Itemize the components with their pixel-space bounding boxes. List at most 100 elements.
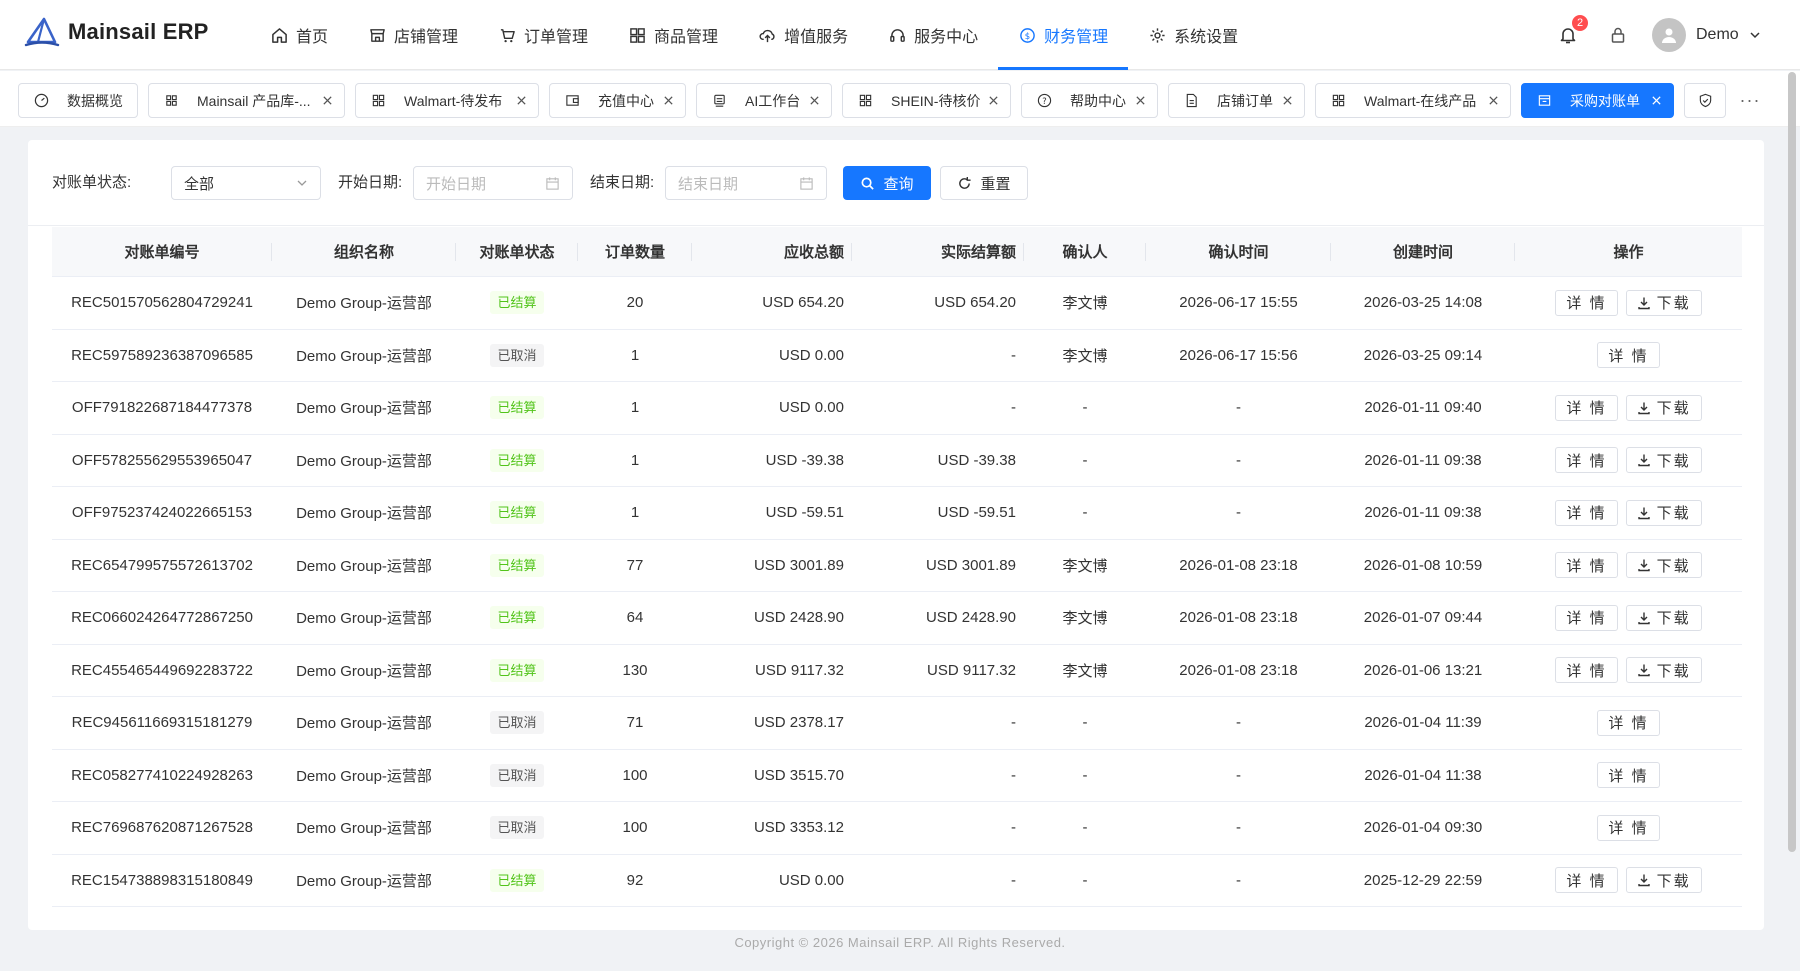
tab-walmart-online[interactable]: Walmart-在线产品 <box>1315 83 1511 118</box>
download-button[interactable]: 下载 <box>1625 447 1702 474</box>
close-icon[interactable] <box>1133 94 1147 108</box>
column-header[interactable]: 对账单状态 <box>456 227 578 277</box>
detail-button[interactable]: 详 情 <box>1555 289 1618 316</box>
scrollbar-thumb[interactable] <box>1788 72 1796 852</box>
status-select[interactable]: 全部 <box>171 166 321 200</box>
status-badge: 已结算 <box>490 396 544 420</box>
org-name: Demo Group-运营部 <box>296 715 432 733</box>
settled-amount: - <box>1011 714 1016 732</box>
start-date-input[interactable]: 开始日期 <box>413 166 573 200</box>
status-badge: 已结算 <box>490 868 544 892</box>
download-button[interactable]: 下载 <box>1625 552 1702 579</box>
nav-item-shop[interactable]: 店铺管理 <box>348 0 478 70</box>
column-header[interactable]: 确认人 <box>1024 227 1146 277</box>
detail-button[interactable]: 详 情 <box>1555 447 1618 474</box>
notification-bell[interactable]: 2 <box>1556 15 1588 47</box>
download-button[interactable]: 下载 <box>1625 867 1702 894</box>
tab-purchase-reconciliation[interactable]: 采购对账单 <box>1521 83 1674 118</box>
tab-walmart-pending[interactable]: Walmart-待发布 <box>355 83 539 118</box>
column-header[interactable]: 组织名称 <box>272 227 456 277</box>
nav-item-value-added[interactable]: 增值服务 <box>738 0 868 70</box>
close-icon[interactable] <box>320 94 334 108</box>
tab-label: 数据概览 <box>67 92 123 109</box>
detail-button[interactable]: 详 情 <box>1597 814 1660 841</box>
end-date-input[interactable]: 结束日期 <box>665 166 827 200</box>
close-icon[interactable] <box>661 94 675 108</box>
nav-item-settings[interactable]: 系统设置 <box>1128 0 1258 70</box>
tab-label: SHEIN-待核价 <box>891 92 981 109</box>
tab-product-library[interactable]: Mainsail 产品库-... <box>148 83 345 118</box>
detail-button[interactable]: 详 情 <box>1555 657 1618 684</box>
column-header[interactable]: 创建时间 <box>1331 227 1515 277</box>
column-header[interactable]: 实际结算额 <box>852 227 1024 277</box>
close-icon[interactable] <box>986 94 1000 108</box>
page-scrollbar[interactable] <box>1788 72 1796 852</box>
detail-button-label: 详 情 <box>1566 400 1607 418</box>
download-button[interactable]: 下载 <box>1625 394 1702 421</box>
receivable-amount: USD 654.20 <box>762 294 844 312</box>
statement-id: REC455465449692283722 <box>71 661 253 679</box>
tab-help-center[interactable]: ? 帮助中心 <box>1021 83 1158 118</box>
column-header[interactable]: 应收总额 <box>692 227 852 277</box>
tabs-more-button[interactable]: ··· <box>1728 83 1772 118</box>
tab-dashboard[interactable]: 数据概览 <box>18 83 138 118</box>
settled-amount: - <box>1011 766 1016 784</box>
nav-item-label: 系统设置 <box>1174 29 1239 46</box>
detail-button[interactable]: 详 情 <box>1597 709 1660 736</box>
confirmed-time: 2026-01-08 23:18 <box>1179 661 1298 679</box>
reset-button[interactable]: 重置 <box>940 166 1028 200</box>
order-qty: 92 <box>626 871 644 889</box>
row-actions: 详 情 下载 <box>1515 854 1742 906</box>
status-badge: 已结算 <box>490 553 544 577</box>
close-icon[interactable] <box>1649 94 1663 108</box>
close-icon[interactable] <box>1280 94 1294 108</box>
detail-button[interactable]: 详 情 <box>1597 762 1660 789</box>
download-button[interactable]: 下载 <box>1625 499 1702 526</box>
column-header[interactable]: 订单数量 <box>578 227 692 277</box>
download-button[interactable]: 下载 <box>1625 289 1702 316</box>
tab-recharge-center[interactable]: 充值中心 <box>549 83 686 118</box>
row-actions: 详 情 下载 <box>1515 644 1742 696</box>
grid-icon <box>370 93 386 109</box>
download-button[interactable]: 下载 <box>1625 657 1702 684</box>
created-time: 2026-01-11 09:38 <box>1364 504 1482 522</box>
lock-icon <box>1611 27 1625 43</box>
tab-overflow-shield[interactable] <box>1684 83 1726 118</box>
detail-button[interactable]: 详 情 <box>1555 394 1618 421</box>
tab-ai-workbench[interactable]: AI工作台 <box>696 83 832 118</box>
close-icon[interactable] <box>514 94 528 108</box>
confirmed-time: 2026-01-08 23:18 <box>1179 556 1298 574</box>
settled-amount: USD 3001.89 <box>925 556 1016 574</box>
nav-item-finance[interactable]: $ 财务管理 <box>998 0 1129 70</box>
created-time: 2026-01-04 09:30 <box>1363 819 1483 837</box>
close-icon[interactable] <box>807 94 821 108</box>
created-time: 2026-01-11 09:40 <box>1364 399 1482 417</box>
detail-button[interactable]: 详 情 <box>1555 552 1618 579</box>
detail-button-label: 详 情 <box>1566 295 1607 313</box>
lock-button[interactable] <box>1606 23 1630 47</box>
shield-icon <box>1697 93 1713 109</box>
search-button[interactable]: 查询 <box>843 166 931 200</box>
tab-shein-pricing[interactable]: SHEIN-待核价 <box>842 83 1011 118</box>
detail-button[interactable]: 详 情 <box>1555 867 1618 894</box>
column-header[interactable]: 对账单编号 <box>52 227 272 277</box>
confirmer: - <box>1082 819 1088 837</box>
nav-item-label: 增值服务 <box>784 29 849 46</box>
detail-button[interactable]: 详 情 <box>1555 499 1618 526</box>
close-icon[interactable] <box>1486 94 1500 108</box>
app-logo[interactable]: Mainsail ERP <box>24 16 209 48</box>
nav-item-orders[interactable]: 订单管理 <box>478 0 608 70</box>
detail-button[interactable]: 详 情 <box>1555 604 1618 631</box>
nav-item-home[interactable]: 首页 <box>250 0 348 70</box>
column-header[interactable]: 确认时间 <box>1146 227 1331 277</box>
download-button[interactable]: 下载 <box>1625 604 1702 631</box>
download-icon <box>1637 874 1650 887</box>
tab-shop-orders[interactable]: 店铺订单 <box>1168 83 1305 118</box>
nav-item-service[interactable]: 服务中心 <box>868 0 998 70</box>
detail-button[interactable]: 详 情 <box>1597 342 1660 369</box>
user-menu[interactable]: Demo <box>1652 18 1761 52</box>
download-icon <box>1637 402 1650 414</box>
top-header: Mainsail ERP 首页 店铺管理 订单管理 商品管理 增值服务 服务中心… <box>0 0 1800 70</box>
download-button-label: 下载 <box>1656 452 1691 470</box>
nav-item-products[interactable]: 商品管理 <box>608 0 738 70</box>
